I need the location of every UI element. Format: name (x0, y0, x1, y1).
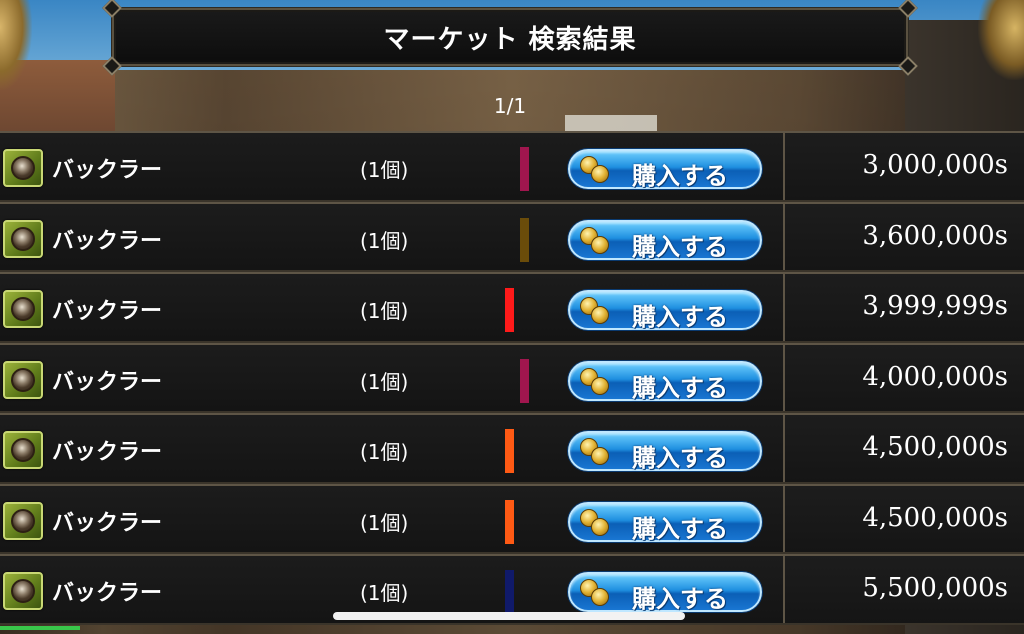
coins-icon (580, 226, 610, 255)
buy-button-label: 購入する (632, 444, 728, 472)
item-price: 3,000,000s (862, 150, 1008, 180)
buy-button[interactable]: 購入する (568, 360, 762, 402)
gold-ornament-right-icon (978, 0, 1024, 80)
item-price: 3,600,000s (862, 220, 1008, 251)
buy-button[interactable]: 購入する (568, 219, 762, 261)
buy-button[interactable]: 購入する (568, 572, 762, 613)
buy-button[interactable]: 購入する (568, 501, 762, 543)
shield-emblem (11, 226, 35, 251)
buckler-shield-icon[interactable] (3, 149, 43, 187)
buy-button[interactable]: 購入する (568, 149, 762, 190)
coins-icon (580, 367, 610, 396)
price-cell: 4,000,000s (783, 344, 1024, 411)
item-name: バックラー (52, 158, 163, 183)
item-quantity: (1個) (360, 440, 409, 464)
item-name: バックラー (52, 581, 163, 606)
rarity-indicator (505, 570, 514, 614)
buy-button-label: 購入する (632, 514, 728, 543)
item-name: バックラー (52, 510, 163, 536)
item-price: 4,500,000s (862, 502, 1008, 533)
item-quantity: (1個) (360, 228, 409, 253)
buy-button-label: 購入する (632, 373, 728, 402)
buy-button-label: 購入する (632, 303, 728, 331)
buckler-shield-icon[interactable] (3, 431, 43, 469)
item-name: バックラー (52, 299, 163, 324)
home-indicator[interactable] (333, 612, 685, 620)
rarity-indicator (505, 288, 514, 332)
price-cell: 3,999,999s (783, 274, 1024, 341)
coins-icon (580, 438, 610, 466)
shield-emblem (11, 508, 35, 533)
price-cell: 4,500,000s (783, 485, 1024, 552)
shield-emblem (11, 579, 35, 603)
buckler-shield-icon[interactable] (3, 360, 43, 399)
rarity-indicator (520, 147, 529, 191)
buy-button-label: 購入する (632, 585, 728, 613)
buckler-shield-icon[interactable] (3, 290, 43, 328)
buckler-shield-icon[interactable] (3, 501, 43, 540)
buckler-shield-icon[interactable] (3, 572, 43, 610)
coins-icon (580, 579, 610, 607)
coins-icon (580, 297, 610, 325)
loading-strip (0, 626, 80, 630)
listing-row[interactable]: バックラー (1個) 購入する 3,000,000s (0, 131, 1024, 202)
shield-emblem (11, 438, 35, 462)
rarity-indicator (505, 429, 514, 473)
item-price: 5,500,000s (862, 573, 1008, 603)
item-name: バックラー (52, 369, 163, 395)
listing-row[interactable]: バックラー (1個) 購入する 3,600,000s (0, 201, 1024, 272)
buy-button-label: 購入する (632, 232, 728, 261)
listing-row[interactable]: バックラー (1個) 購入する 3,999,999s (0, 272, 1024, 343)
buy-button-label: 購入する (632, 162, 728, 190)
page-title: マーケット 検索結果 (383, 24, 637, 55)
item-name: バックラー (52, 440, 163, 465)
coins-icon (580, 156, 610, 184)
rarity-indicator (520, 217, 529, 262)
item-quantity: (1個) (360, 158, 409, 182)
coins-icon (580, 508, 610, 537)
shield-emblem (11, 156, 35, 180)
listing-row[interactable]: バックラー (1個) 購入する 4,500,000s (0, 483, 1024, 554)
listing-row[interactable]: バックラー (1個) 購入する 4,500,000s (0, 413, 1024, 484)
shield-emblem (11, 367, 35, 392)
price-cell: 5,500,000s (783, 556, 1024, 623)
item-name: バックラー (52, 228, 163, 254)
buckler-shield-icon[interactable] (3, 219, 43, 258)
page-indicator: 1/1 (493, 94, 527, 118)
price-cell: 4,500,000s (783, 415, 1024, 482)
item-price: 4,000,000s (862, 361, 1008, 392)
item-quantity: (1個) (360, 581, 409, 605)
item-quantity: (1個) (360, 510, 409, 535)
item-price: 3,999,999s (862, 291, 1008, 321)
buy-button[interactable]: 購入する (568, 431, 762, 472)
item-quantity: (1個) (360, 369, 409, 394)
price-cell: 3,600,000s (783, 203, 1024, 270)
item-quantity: (1個) (360, 299, 409, 323)
title-bar: マーケット 検索結果 (102, 0, 918, 76)
rarity-indicator (520, 358, 529, 403)
item-price: 4,500,000s (862, 432, 1008, 462)
rarity-indicator (505, 499, 514, 544)
listing-row[interactable]: バックラー (1個) 購入する 4,000,000s (0, 342, 1024, 413)
shield-emblem (11, 297, 35, 321)
price-cell: 3,000,000s (783, 133, 1024, 200)
gold-ornament-left-icon (0, 0, 32, 90)
buy-button[interactable]: 購入する (568, 290, 762, 331)
listing-list[interactable]: バックラー (1個) 購入する 3,000,000s バックラー (1個) 購入… (0, 131, 1024, 634)
